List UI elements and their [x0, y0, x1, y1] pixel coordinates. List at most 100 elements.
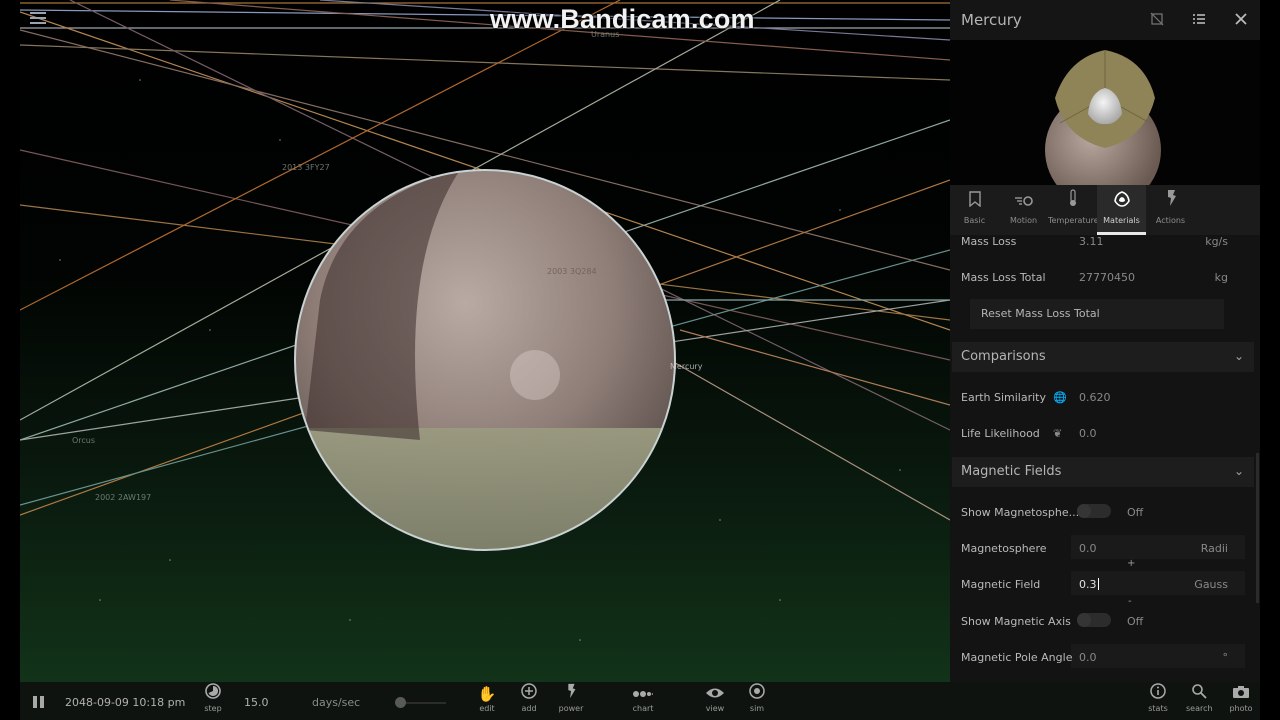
magnetic-fields-section-header[interactable]: Magnetic Fields ⌄	[952, 457, 1254, 487]
search-icon	[1186, 682, 1212, 704]
add-circle-icon	[517, 682, 541, 704]
hand-icon: ✋	[477, 685, 497, 703]
edit-button[interactable]: ✋ edit	[475, 682, 499, 720]
show-magnetosphere-label: Show Magnetosphe...	[961, 506, 1080, 519]
bookmark-icon	[950, 185, 999, 216]
comparisons-section-header[interactable]: Comparisons ⌄	[952, 342, 1254, 372]
show-magnetosphere-row: Show Magnetosphe... Off	[950, 498, 1250, 528]
stats-button[interactable]: stats	[1146, 682, 1170, 720]
materials-icon	[1097, 185, 1146, 216]
photo-button[interactable]: photo	[1227, 682, 1255, 720]
sim-button[interactable]: sim	[745, 682, 769, 720]
tab-label: Actions	[1155, 216, 1186, 225]
section-title: Magnetic Fields	[961, 464, 1062, 479]
show-magnetic-axis-toggle[interactable]	[1077, 613, 1111, 627]
leaf-icon: ❦	[1053, 427, 1063, 440]
hide-icon[interactable]	[1149, 12, 1165, 28]
thermometer-icon	[1048, 185, 1097, 216]
tab-label: Materials	[1103, 216, 1140, 225]
search-button[interactable]: search	[1186, 682, 1213, 720]
label-2013-3fy27[interactable]: 2013 3FY27	[282, 163, 330, 172]
reset-mass-loss-button[interactable]: Reset Mass Loss Total	[970, 299, 1224, 329]
sim-target-icon	[745, 682, 769, 704]
lightning-icon	[558, 682, 584, 704]
mass-loss-value: 3.11	[1079, 235, 1104, 248]
life-likelihood-value: 0.0	[1079, 427, 1097, 440]
mass-loss-unit: kg/s	[1205, 235, 1228, 248]
step-button[interactable]: step	[200, 682, 226, 720]
label-2002-2aw197[interactable]: 2002 2AW197	[95, 493, 151, 502]
earth-similarity-row: Earth Similarity 🌐 0.620	[950, 383, 1250, 413]
label-2003-3q284[interactable]: 2003 3Q284	[547, 267, 597, 276]
info-icon	[1146, 682, 1170, 704]
step-icon	[200, 682, 226, 704]
increment-button[interactable]: +	[1127, 558, 1135, 569]
magnetosphere-unit: Radii	[1200, 542, 1228, 555]
add-button[interactable]: add	[517, 682, 541, 720]
camera-icon	[1227, 682, 1255, 704]
speed-slider-handle[interactable]	[395, 697, 406, 708]
mass-loss-total-label: Mass Loss Total	[961, 271, 1046, 284]
earth-similarity-value: 0.620	[1079, 391, 1111, 404]
bottom-toolbar: 2048-09-09 10:18 pm step 15.0 days/sec ✋…	[20, 682, 1260, 720]
magnetic-field-label: Magnetic Field	[961, 578, 1041, 591]
space-viewport[interactable]: Uranus 2013 3FY27 Orcus 2002 2AW197 2003…	[20, 0, 950, 682]
magnetic-field-value[interactable]: 0.3	[1079, 578, 1099, 591]
show-magnetic-axis-row: Show Magnetic Axis Off	[950, 607, 1250, 637]
magnetosphere-label: Magnetosphere	[961, 542, 1047, 555]
toggle-state: Off	[1127, 615, 1144, 628]
magnetosphere-value[interactable]: 0.0	[1079, 542, 1097, 555]
magnetic-field-unit: Gauss	[1194, 578, 1228, 591]
magnetic-pole-angle-row: Magnetic Pole Angle 0.0 °	[950, 643, 1250, 673]
power-button[interactable]: power	[558, 682, 584, 720]
label-orcus[interactable]: Orcus	[72, 436, 95, 445]
magnetic-pole-angle-label: Magnetic Pole Angle	[961, 651, 1073, 664]
magnetosphere-row: Magnetosphere 0.0 Radii	[950, 534, 1250, 564]
object-info-panel: Mercury Basic Motion Temperature Materia…	[950, 0, 1260, 682]
tool-label: photo	[1229, 704, 1253, 713]
mass-loss-label: Mass Loss	[961, 235, 1017, 248]
speed-value[interactable]: 15.0	[244, 696, 269, 709]
label-mercury[interactable]: Mercury	[670, 362, 702, 371]
speed-unit[interactable]: days/sec	[312, 696, 360, 709]
tool-label: view	[705, 704, 725, 713]
tool-label: edit	[479, 704, 495, 713]
planet-cutaway-preview[interactable]	[950, 40, 1260, 208]
globe-icon: 🌐	[1053, 391, 1067, 404]
tool-label: power	[558, 704, 584, 713]
magnetic-field-row: Magnetic Field 0.3 Gauss	[950, 570, 1250, 600]
mass-loss-total-unit: kg	[1214, 271, 1228, 284]
eye-icon	[702, 682, 728, 704]
section-title: Comparisons	[961, 349, 1046, 364]
sim-datetime[interactable]: 2048-09-09 10:18 pm	[65, 696, 185, 709]
chevron-down-icon: ⌄	[1233, 464, 1244, 478]
menu-icon[interactable]	[30, 12, 46, 24]
tab-label: Basic	[963, 216, 986, 225]
life-likelihood-label: Life Likelihood	[961, 427, 1040, 440]
screen-edge	[1260, 0, 1280, 720]
close-icon[interactable]	[1233, 12, 1249, 28]
panel-scrollbar[interactable]	[1256, 453, 1259, 603]
view-button[interactable]: view	[702, 682, 728, 720]
tool-label: sim	[749, 704, 765, 713]
tab-label: Motion	[1009, 216, 1038, 225]
show-magnetosphere-toggle[interactable]	[1077, 504, 1111, 518]
mass-loss-total-value: 27770450	[1079, 271, 1135, 284]
orbit-lines	[20, 0, 950, 641]
tool-label: search	[1186, 704, 1213, 713]
motion-icon	[999, 185, 1048, 216]
chart-button[interactable]: chart	[629, 682, 657, 720]
panel-title: Mercury	[961, 11, 1022, 29]
pause-button[interactable]	[33, 696, 45, 708]
show-magnetic-axis-label: Show Magnetic Axis	[961, 615, 1071, 628]
mass-loss-total-row: Mass Loss Total 27770450 kg	[950, 263, 1250, 293]
earth-similarity-label: Earth Similarity	[961, 391, 1047, 404]
life-likelihood-row: Life Likelihood ❦ 0.0	[950, 419, 1250, 449]
chevron-down-icon: ⌄	[1233, 349, 1244, 363]
magnetic-pole-angle-value[interactable]: 0.0	[1079, 651, 1097, 664]
toggle-state: Off	[1127, 506, 1144, 519]
text-caret	[1097, 578, 1099, 590]
chart-dots-icon	[629, 682, 657, 704]
list-icon[interactable]	[1191, 12, 1207, 28]
magnetic-pole-angle-unit: °	[1222, 651, 1229, 664]
